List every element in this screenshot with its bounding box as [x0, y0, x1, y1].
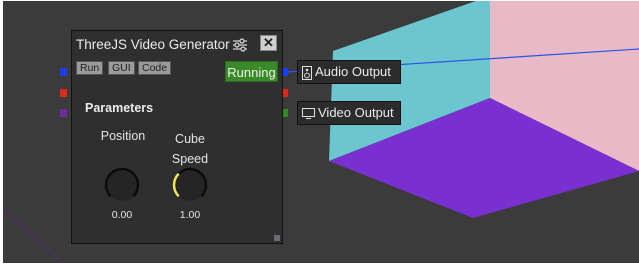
input-port-purple[interactable]	[60, 109, 67, 117]
audio-output-node[interactable]: Audio Output	[297, 60, 401, 84]
gui-button[interactable]: GUI	[108, 61, 135, 75]
position-knob[interactable]	[103, 166, 141, 204]
param-label-cube-speed: Cube Speed	[171, 132, 209, 166]
code-button[interactable]: Code	[138, 61, 172, 75]
graph-canvas[interactable]: ThreeJS Video Generator ✕ Run GUI Code R…	[3, 1, 639, 263]
cube-speed-value: 1.00	[179, 209, 201, 221]
param-label-position: Position	[100, 129, 146, 143]
monitor-icon	[302, 108, 315, 120]
speaker-icon	[302, 65, 312, 80]
resize-handle[interactable]	[274, 235, 280, 241]
input-port-control[interactable]	[60, 89, 67, 97]
audio-output-label: Audio Output	[315, 64, 391, 79]
threejs-video-generator-node[interactable]: ThreeJS Video Generator ✕ Run GUI Code R…	[71, 30, 283, 244]
running-status-button[interactable]: Running	[225, 61, 278, 82]
run-button[interactable]: Run	[76, 61, 104, 75]
sliders-icon[interactable]	[232, 38, 248, 52]
video-output-label: Video Output	[318, 105, 394, 120]
parameters-title: Parameters	[85, 101, 154, 115]
stage: ThreeJS Video Generator ✕ Run GUI Code R…	[0, 0, 639, 264]
cube-speed-knob[interactable]	[171, 166, 209, 204]
position-value: 0.00	[111, 209, 133, 221]
input-port-audio[interactable]	[60, 68, 67, 76]
video-output-node[interactable]: Video Output	[297, 101, 401, 125]
node-header[interactable]: ThreeJS Video Generator ✕	[72, 31, 282, 59]
node-title: ThreeJS Video Generator	[76, 37, 230, 52]
connection-line-purple	[3, 208, 64, 263]
close-icon: ✕	[263, 35, 274, 50]
close-button[interactable]: ✕	[260, 35, 277, 51]
